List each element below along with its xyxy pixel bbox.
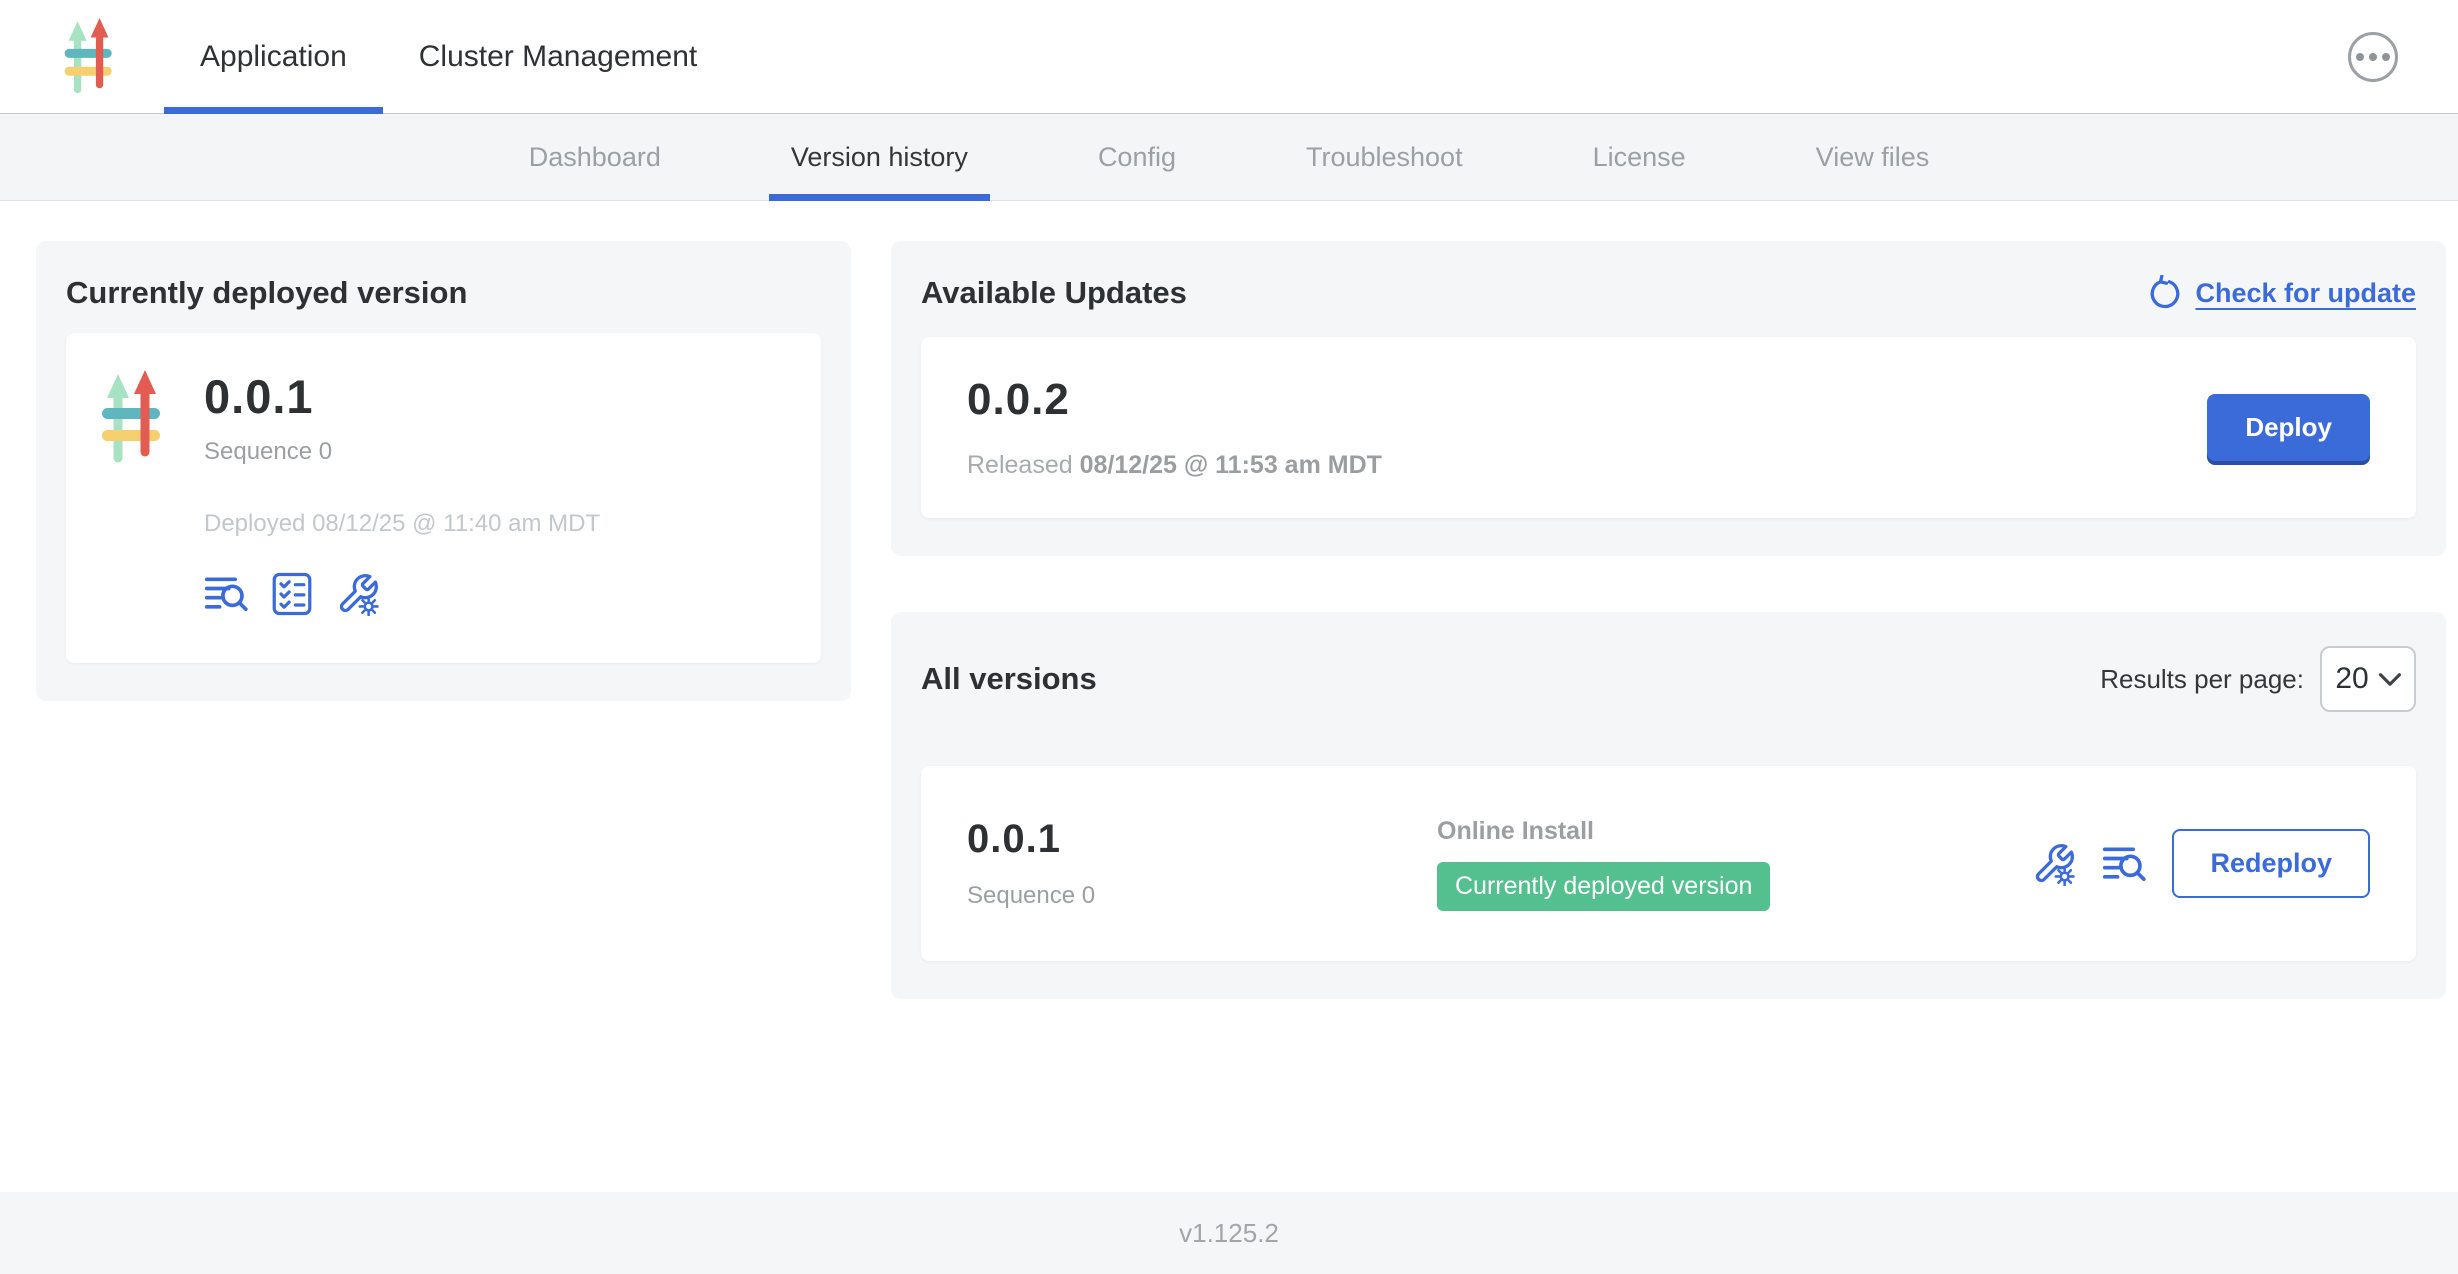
version-row-actions: Redeploy bbox=[2032, 829, 2370, 898]
available-update-card: 0.0.2 Released 08/12/25 @ 11:53 am MDT D… bbox=[921, 337, 2416, 518]
update-version-number: 0.0.2 bbox=[967, 375, 1382, 425]
app-logo-icon bbox=[102, 369, 162, 467]
all-versions-header: All versions Results per page: 20 bbox=[921, 646, 2416, 712]
subnav-item-version-history[interactable]: Version history bbox=[769, 114, 990, 200]
subnav-license-label: License bbox=[1593, 142, 1686, 173]
released-date: 08/12/25 @ 11:53 am MDT bbox=[1080, 451, 1382, 479]
app-logo-icon bbox=[56, 18, 122, 96]
all-versions-panel: All versions Results per page: 20 0.0 bbox=[891, 612, 2446, 999]
available-updates-header: Available Updates Check for update bbox=[921, 275, 2416, 311]
ellipsis-icon bbox=[2356, 53, 2364, 61]
tab-application[interactable]: Application bbox=[164, 0, 383, 113]
app-sub-nav: Dashboard Version history Config Trouble… bbox=[0, 114, 2458, 201]
current-version-details: 0.0.1 Sequence 0 Deployed 08/12/25 @ 11:… bbox=[204, 369, 600, 627]
top-nav: Application Cluster Management bbox=[0, 0, 2458, 114]
check-for-update-label: Check for update bbox=[2195, 278, 2416, 309]
released-prefix: Released bbox=[967, 451, 1080, 479]
current-version-title: Currently deployed version bbox=[66, 275, 821, 311]
all-versions-title: All versions bbox=[921, 661, 1097, 697]
subnav-item-dashboard[interactable]: Dashboard bbox=[507, 114, 683, 200]
row-version-number: 0.0.1 bbox=[967, 817, 1437, 862]
current-version-number: 0.0.1 bbox=[204, 369, 600, 424]
subnav-item-config[interactable]: Config bbox=[1076, 114, 1198, 200]
tab-application-label: Application bbox=[200, 40, 347, 74]
subnav-version-history-label: Version history bbox=[791, 142, 968, 173]
admin-console-page: Application Cluster Management Dashboard… bbox=[0, 0, 2458, 1274]
top-nav-tabs: Application Cluster Management bbox=[164, 0, 733, 113]
release-diff-icon[interactable] bbox=[204, 572, 248, 616]
footer: v1.125.2 bbox=[0, 1192, 2458, 1274]
deploy-button[interactable]: Deploy bbox=[2207, 394, 2370, 461]
update-details: 0.0.2 Released 08/12/25 @ 11:53 am MDT bbox=[967, 375, 1382, 480]
ellipsis-icon bbox=[2382, 53, 2390, 61]
subnav-dashboard-label: Dashboard bbox=[529, 142, 661, 173]
results-per-page-value: 20 bbox=[2335, 662, 2368, 696]
current-version-deployed-timestamp: Deployed 08/12/25 @ 11:40 am MDT bbox=[204, 510, 600, 538]
edit-config-wrench-gear-icon[interactable] bbox=[2032, 842, 2076, 886]
refresh-icon bbox=[2147, 275, 2183, 311]
main-content: Currently deployed version 0.0.1 Sequenc… bbox=[0, 201, 2458, 1096]
check-for-update-link[interactable]: Check for update bbox=[2147, 275, 2416, 311]
current-version-panel: Currently deployed version 0.0.1 Sequenc… bbox=[36, 241, 851, 701]
results-per-page: Results per page: 20 bbox=[2100, 646, 2416, 712]
current-version-sequence: Sequence 0 bbox=[204, 438, 600, 466]
version-row-info: 0.0.1 Sequence 0 bbox=[967, 817, 1437, 910]
right-column: Available Updates Check for update bbox=[891, 241, 2446, 999]
row-version-sequence: Sequence 0 bbox=[967, 882, 1437, 910]
results-per-page-select[interactable]: 20 bbox=[2320, 646, 2416, 712]
subnav-config-label: Config bbox=[1098, 142, 1176, 173]
version-row: 0.0.1 Sequence 0 Online Install Currentl… bbox=[921, 766, 2416, 961]
results-per-page-label: Results per page: bbox=[2100, 664, 2304, 695]
available-updates-title: Available Updates bbox=[921, 275, 1187, 311]
subnav-troubleshoot-label: Troubleshoot bbox=[1306, 142, 1463, 173]
edit-config-wrench-gear-icon[interactable] bbox=[336, 572, 380, 616]
console-version-label: v1.125.2 bbox=[1179, 1218, 1279, 1249]
subnav-item-troubleshoot[interactable]: Troubleshoot bbox=[1284, 114, 1485, 200]
tab-cluster-management-label: Cluster Management bbox=[419, 40, 697, 74]
chevron-down-icon bbox=[2379, 673, 2401, 686]
currently-deployed-badge: Currently deployed version bbox=[1437, 862, 1770, 911]
redeploy-button[interactable]: Redeploy bbox=[2172, 829, 2370, 898]
release-diff-icon[interactable] bbox=[2102, 842, 2146, 886]
available-updates-panel: Available Updates Check for update bbox=[891, 241, 2446, 556]
current-version-card: 0.0.1 Sequence 0 Deployed 08/12/25 @ 11:… bbox=[66, 333, 821, 663]
subnav-item-license[interactable]: License bbox=[1571, 114, 1708, 200]
tab-cluster-management[interactable]: Cluster Management bbox=[383, 0, 733, 113]
subnav-view-files-label: View files bbox=[1816, 142, 1930, 173]
preflight-checklist-icon[interactable] bbox=[270, 572, 314, 616]
overflow-menu-button[interactable] bbox=[2348, 32, 2398, 82]
install-type-label: Online Install bbox=[1437, 817, 2032, 846]
version-row-status: Online Install Currently deployed versio… bbox=[1437, 817, 2032, 911]
update-released-timestamp: Released 08/12/25 @ 11:53 am MDT bbox=[967, 451, 1382, 480]
ellipsis-icon bbox=[2369, 53, 2377, 61]
subnav-item-view-files[interactable]: View files bbox=[1794, 114, 1952, 200]
current-version-actions bbox=[204, 572, 600, 616]
content-spacer bbox=[0, 1096, 2458, 1193]
